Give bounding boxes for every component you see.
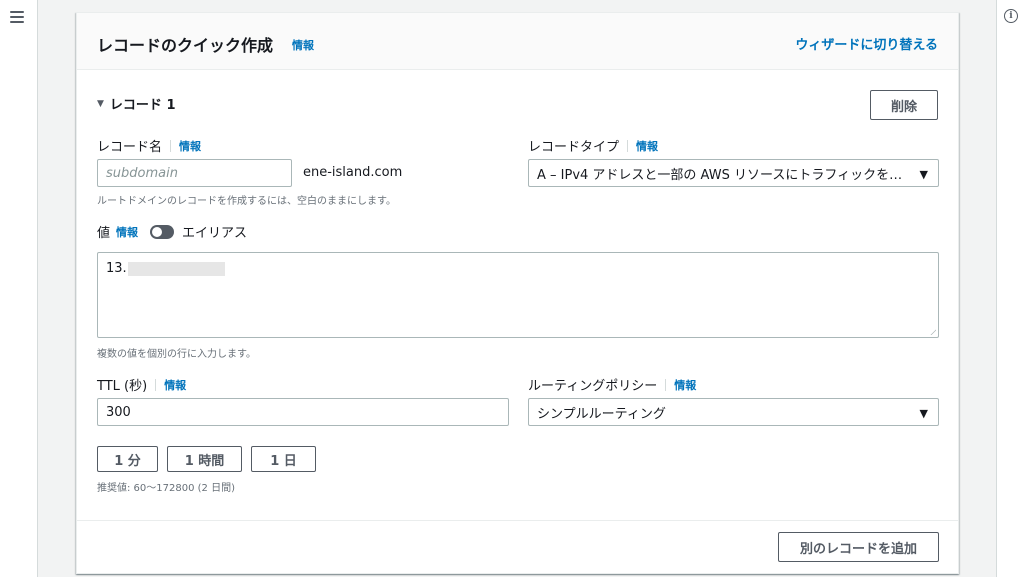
value-textarea[interactable]: 13. — [97, 252, 939, 338]
quick-create-panel: レコードのクイック作成 情報 ウィザードに切り替える ▼ レコード 1 削除 レ… — [76, 12, 959, 574]
record-name-label: レコード名 — [97, 140, 163, 155]
ttl-label: TTL (秒) — [97, 379, 148, 394]
panel-header: レコードのクイック作成 情報 ウィザードに切り替える — [77, 13, 958, 70]
domain-suffix: ene-island.com — [303, 165, 403, 180]
ttl-input[interactable]: 300 — [97, 398, 509, 426]
alias-label: エイリアス — [182, 226, 248, 241]
caret-down-icon: ▼ — [97, 98, 104, 109]
record-name-label-row: レコード名 情報 — [97, 136, 201, 155]
routing-info-link[interactable]: 情報 — [674, 377, 696, 393]
record-heading: レコード 1 — [109, 98, 176, 113]
routing-policy-select[interactable]: シンプルルーティング ▼ — [528, 398, 939, 426]
ttl-1-minute-button[interactable]: 1 分 — [97, 446, 158, 472]
record-type-select[interactable]: A – IPv4 アドレスと一部の AWS リソースにトラフィックを… ▼ — [528, 159, 939, 187]
value-info-link[interactable]: 情報 — [116, 224, 138, 240]
value-helper: 複数の値を個別の行に入力します。 — [97, 349, 256, 360]
value-label-row: 値 情報 エイリアス — [97, 222, 247, 241]
right-help-rail: i — [996, 0, 1024, 577]
record-type-label-row: レコードタイプ 情報 — [528, 136, 658, 155]
record-type-value: A – IPv4 アドレスと一部の AWS リソースにトラフィックを… — [537, 167, 903, 183]
record-name-info-link[interactable]: 情報 — [179, 138, 201, 154]
ttl-value: 300 — [106, 404, 131, 420]
add-another-record-button[interactable]: 別のレコードを追加 — [778, 532, 939, 562]
ttl-1-day-button[interactable]: 1 日 — [251, 446, 316, 472]
dropdown-arrow-icon: ▼ — [919, 168, 928, 181]
subdomain-input[interactable]: subdomain — [97, 159, 292, 187]
redacted-block — [127, 261, 225, 276]
ttl-helper: 推奨値: 60〜172800 (2 日間) — [97, 483, 235, 494]
routing-label-row: ルーティングポリシー 情報 — [528, 375, 696, 394]
record-name-helper: ルートドメインのレコードを作成するには、空白のままにします。 — [97, 196, 396, 207]
ttl-info-link[interactable]: 情報 — [164, 377, 186, 393]
dropdown-arrow-icon: ▼ — [919, 407, 928, 420]
title-info-link[interactable]: 情報 — [292, 37, 314, 53]
delete-record-button[interactable]: 削除 — [870, 90, 938, 120]
panel-title: レコードのクイック作成 — [97, 36, 274, 55]
left-nav-rail — [0, 0, 38, 577]
subdomain-placeholder: subdomain — [106, 165, 178, 181]
routing-value: シンプルルーティング — [537, 406, 666, 422]
record-section-toggle[interactable]: ▼ レコード 1 — [97, 94, 176, 113]
resize-handle-icon[interactable] — [929, 328, 936, 335]
record-type-label: レコードタイプ — [528, 140, 620, 155]
ttl-1-hour-button[interactable]: 1 時間 — [167, 446, 242, 472]
record-type-info-link[interactable]: 情報 — [636, 138, 658, 154]
routing-label: ルーティングポリシー — [528, 379, 658, 394]
footer-divider — [77, 520, 958, 521]
menu-icon[interactable] — [10, 11, 24, 23]
value-label: 値 — [97, 226, 111, 241]
switch-to-wizard-link[interactable]: ウィザードに切り替える — [795, 34, 938, 53]
alias-toggle[interactable] — [150, 224, 175, 239]
ttl-label-row: TTL (秒) 情報 — [97, 375, 186, 394]
value-text: 13. — [106, 261, 127, 276]
info-icon[interactable]: i — [1004, 9, 1018, 23]
